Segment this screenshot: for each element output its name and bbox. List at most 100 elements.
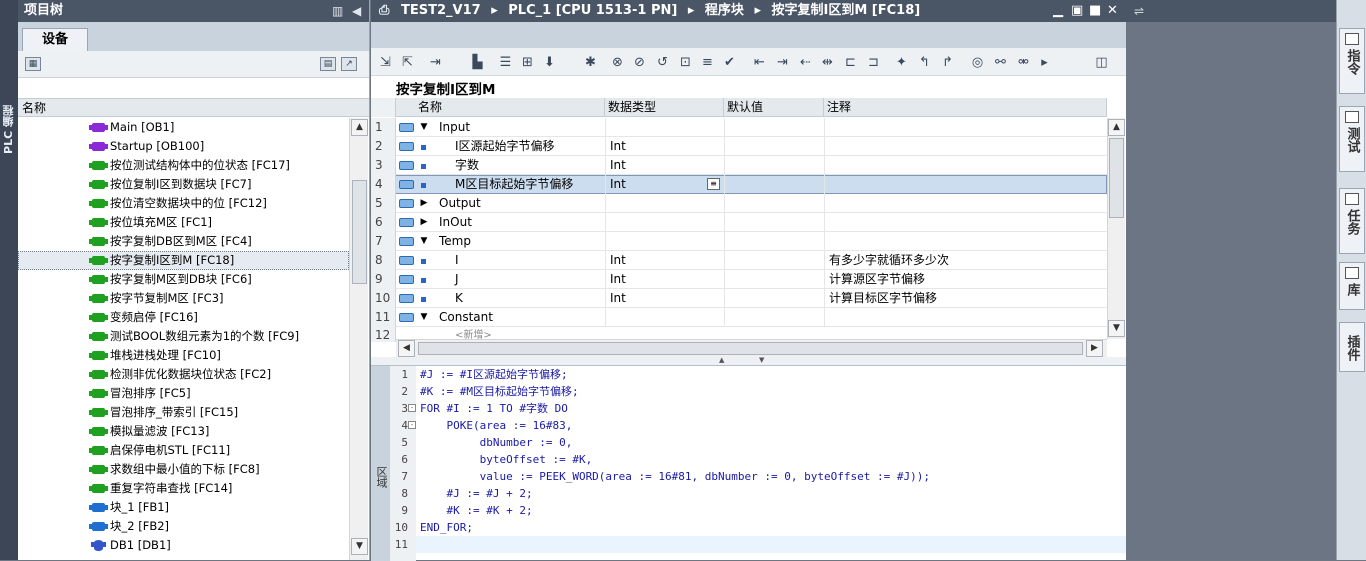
insert-row-icon[interactable]: ⇲ bbox=[377, 55, 394, 70]
row-comment[interactable]: 计算源区字节偏移 bbox=[824, 270, 1107, 289]
tree-item[interactable]: 重复字符串查找 [FC14] bbox=[18, 479, 349, 498]
remove-icon[interactable]: ⊘ bbox=[631, 55, 648, 70]
code-line[interactable]: 4- POKE(area := 16#83, bbox=[401, 417, 1126, 434]
compile-icon[interactable]: ✔ bbox=[721, 55, 738, 70]
row-comment[interactable] bbox=[824, 213, 1107, 232]
type-picker-icon[interactable]: ≡ bbox=[707, 178, 720, 190]
tab-tasks[interactable]: 任务 bbox=[1339, 188, 1365, 254]
lines-icon[interactable]: ≡ bbox=[699, 55, 716, 70]
row-name[interactable]: I区源起始字节偏移 bbox=[433, 137, 603, 156]
indent-left-icon[interactable]: ⇤ bbox=[751, 55, 768, 70]
scroll-up-button[interactable]: ▲ bbox=[351, 119, 368, 136]
row-type[interactable] bbox=[605, 118, 724, 137]
row-type[interactable] bbox=[605, 232, 724, 251]
fold-toggle-icon[interactable]: - bbox=[408, 421, 416, 429]
align-icon[interactable]: ⇹ bbox=[819, 55, 836, 70]
row-default[interactable] bbox=[724, 232, 824, 251]
tree-item[interactable]: 按位测试结构体中的位状态 [FC17] bbox=[18, 156, 349, 175]
code-line[interactable]: 1 #J := #I区源起始字节偏移; bbox=[401, 366, 1126, 383]
list-icon[interactable]: ☰ bbox=[497, 55, 514, 70]
tab-devices[interactable]: 设备 bbox=[22, 28, 88, 51]
row-name[interactable]: I bbox=[433, 251, 603, 270]
tree-item[interactable]: 块_1 [FB1] bbox=[18, 498, 349, 517]
tree-options-icon[interactable]: ▦ bbox=[25, 57, 41, 71]
close-icon[interactable]: ✕ bbox=[1107, 0, 1118, 22]
tree-scrollbar[interactable]: ▲ ▼ bbox=[349, 118, 368, 560]
tree-item[interactable]: 按位复制I区到数据块 [FC7] bbox=[18, 175, 349, 194]
tree-item[interactable]: 冒泡排序_带索引 [FC15] bbox=[18, 403, 349, 422]
row-type[interactable] bbox=[605, 194, 724, 213]
interface-row[interactable]: 3 字数 Int bbox=[371, 156, 1107, 175]
header-type[interactable]: 数据类型 bbox=[605, 98, 724, 117]
delete-icon[interactable]: ⊗ bbox=[609, 55, 626, 70]
interface-row[interactable]: 4 M区目标起始字节偏移 Int ≡ bbox=[371, 175, 1107, 194]
row-default[interactable] bbox=[724, 156, 824, 175]
row-type[interactable]: Int bbox=[605, 137, 724, 156]
code-lines[interactable]: 1 #J := #I区源起始字节偏移; 2 #K := #M区目标起始字节偏移; 3- F… bbox=[395, 366, 1126, 553]
header-name[interactable]: 名称 bbox=[396, 98, 605, 117]
row-name[interactable]: Output bbox=[433, 194, 603, 213]
row-default[interactable] bbox=[724, 308, 824, 327]
tree-item[interactable]: 按字复制I区到M [FC18] bbox=[18, 251, 349, 270]
expand-toggle-icon[interactable]: ▼ bbox=[417, 118, 431, 137]
interface-row[interactable]: 11 ▼ Constant bbox=[371, 308, 1107, 327]
row-name[interactable]: Constant bbox=[433, 308, 603, 327]
breadcrumb-2[interactable]: 程序块 bbox=[705, 3, 744, 18]
row-type[interactable]: Int bbox=[605, 251, 724, 270]
code-line[interactable]: 10 END_FOR; bbox=[395, 519, 1126, 536]
prev-bookmark-icon[interactable]: ↰ bbox=[916, 55, 933, 70]
star-icon[interactable]: ✱ bbox=[582, 55, 599, 70]
tree-item[interactable]: 块_2 [FB2] bbox=[18, 517, 349, 536]
tree-item[interactable]: 测试BOOL数组元素为1的个数 [FC9] bbox=[18, 327, 349, 346]
row-name[interactable]: M区目标起始字节偏移 bbox=[433, 175, 603, 194]
code-line[interactable]: 8 #J := #J + 2; bbox=[401, 485, 1126, 502]
interface-row[interactable]: 1 ▼ Input bbox=[371, 118, 1107, 137]
scroll-thumb[interactable] bbox=[1109, 138, 1124, 218]
interface-row[interactable]: 10 K Int 计算目标区字节偏移 bbox=[371, 289, 1107, 308]
collapse-panel-icon[interactable]: ◀ bbox=[352, 0, 361, 22]
row-name[interactable]: InOut bbox=[433, 213, 603, 232]
interface-row[interactable]: 7 ▼ Temp bbox=[371, 232, 1107, 251]
pin-icon[interactable]: ⎙ bbox=[379, 0, 389, 22]
tree-item[interactable]: 检测非优化数据块位状态 [FC2] bbox=[18, 365, 349, 384]
row-comment[interactable] bbox=[824, 308, 1107, 327]
scroll-down-button[interactable]: ▼ bbox=[351, 538, 368, 555]
row-comment[interactable]: 计算目标区字节偏移 bbox=[824, 289, 1107, 308]
expand-toggle-icon[interactable]: ▶ bbox=[417, 194, 431, 213]
interface-hscrollbar[interactable]: ◀ ▶ bbox=[396, 339, 1107, 357]
tab-testing[interactable]: 测试 bbox=[1339, 106, 1365, 172]
row-name[interactable]: K bbox=[433, 289, 603, 308]
row-name[interactable]: Temp bbox=[433, 232, 603, 251]
tree-item[interactable]: 冒泡排序 [FC5] bbox=[18, 384, 349, 403]
tree-item[interactable]: Main [OB1] bbox=[18, 118, 349, 137]
uncomment-icon[interactable]: ⊐ bbox=[865, 55, 882, 70]
row-comment[interactable] bbox=[824, 175, 1107, 194]
interface-row[interactable]: 5 ▶ Output bbox=[371, 194, 1107, 213]
row-default[interactable] bbox=[724, 137, 824, 156]
export-block-icon[interactable]: ⇥ bbox=[427, 55, 444, 70]
row-type[interactable]: Int bbox=[605, 270, 724, 289]
tree-item[interactable]: 按字复制M区到DB块 [FC6] bbox=[18, 270, 349, 289]
row-type[interactable] bbox=[605, 308, 724, 327]
code-line[interactable]: 6 byteOffset := #K, bbox=[401, 451, 1126, 468]
scroll-thumb[interactable] bbox=[352, 180, 367, 284]
fold-toggle-icon[interactable]: - bbox=[408, 404, 416, 412]
row-comment[interactable] bbox=[824, 118, 1107, 137]
row-type[interactable]: Int bbox=[605, 156, 724, 175]
tree-item[interactable]: 按位清空数据块中的位 [FC12] bbox=[18, 194, 349, 213]
splitter[interactable]: ▲ ▼ bbox=[371, 356, 1126, 365]
add-row-icon[interactable]: ⇱ bbox=[399, 55, 416, 70]
panel-layout-icon[interactable]: ▥ bbox=[332, 0, 343, 22]
row-comment[interactable] bbox=[824, 232, 1107, 251]
row-default[interactable] bbox=[724, 175, 824, 194]
split-view-icon[interactable]: ◫ bbox=[1093, 55, 1110, 70]
row-default[interactable] bbox=[724, 289, 824, 308]
tree-item[interactable]: 按位填充M区 [FC1] bbox=[18, 213, 349, 232]
tab-instructions[interactable]: 指令 bbox=[1339, 28, 1365, 94]
scroll-right-button[interactable]: ▶ bbox=[1086, 340, 1103, 357]
network-icon[interactable]: ⊞ bbox=[519, 55, 536, 70]
maximize-icon[interactable]: ■ bbox=[1089, 0, 1101, 22]
code-line[interactable]: 9 #K := #K + 2; bbox=[401, 502, 1126, 519]
row-comment[interactable]: 有多少字就循环多少次 bbox=[824, 251, 1107, 270]
outdent-icon[interactable]: ⇠ bbox=[797, 55, 814, 70]
